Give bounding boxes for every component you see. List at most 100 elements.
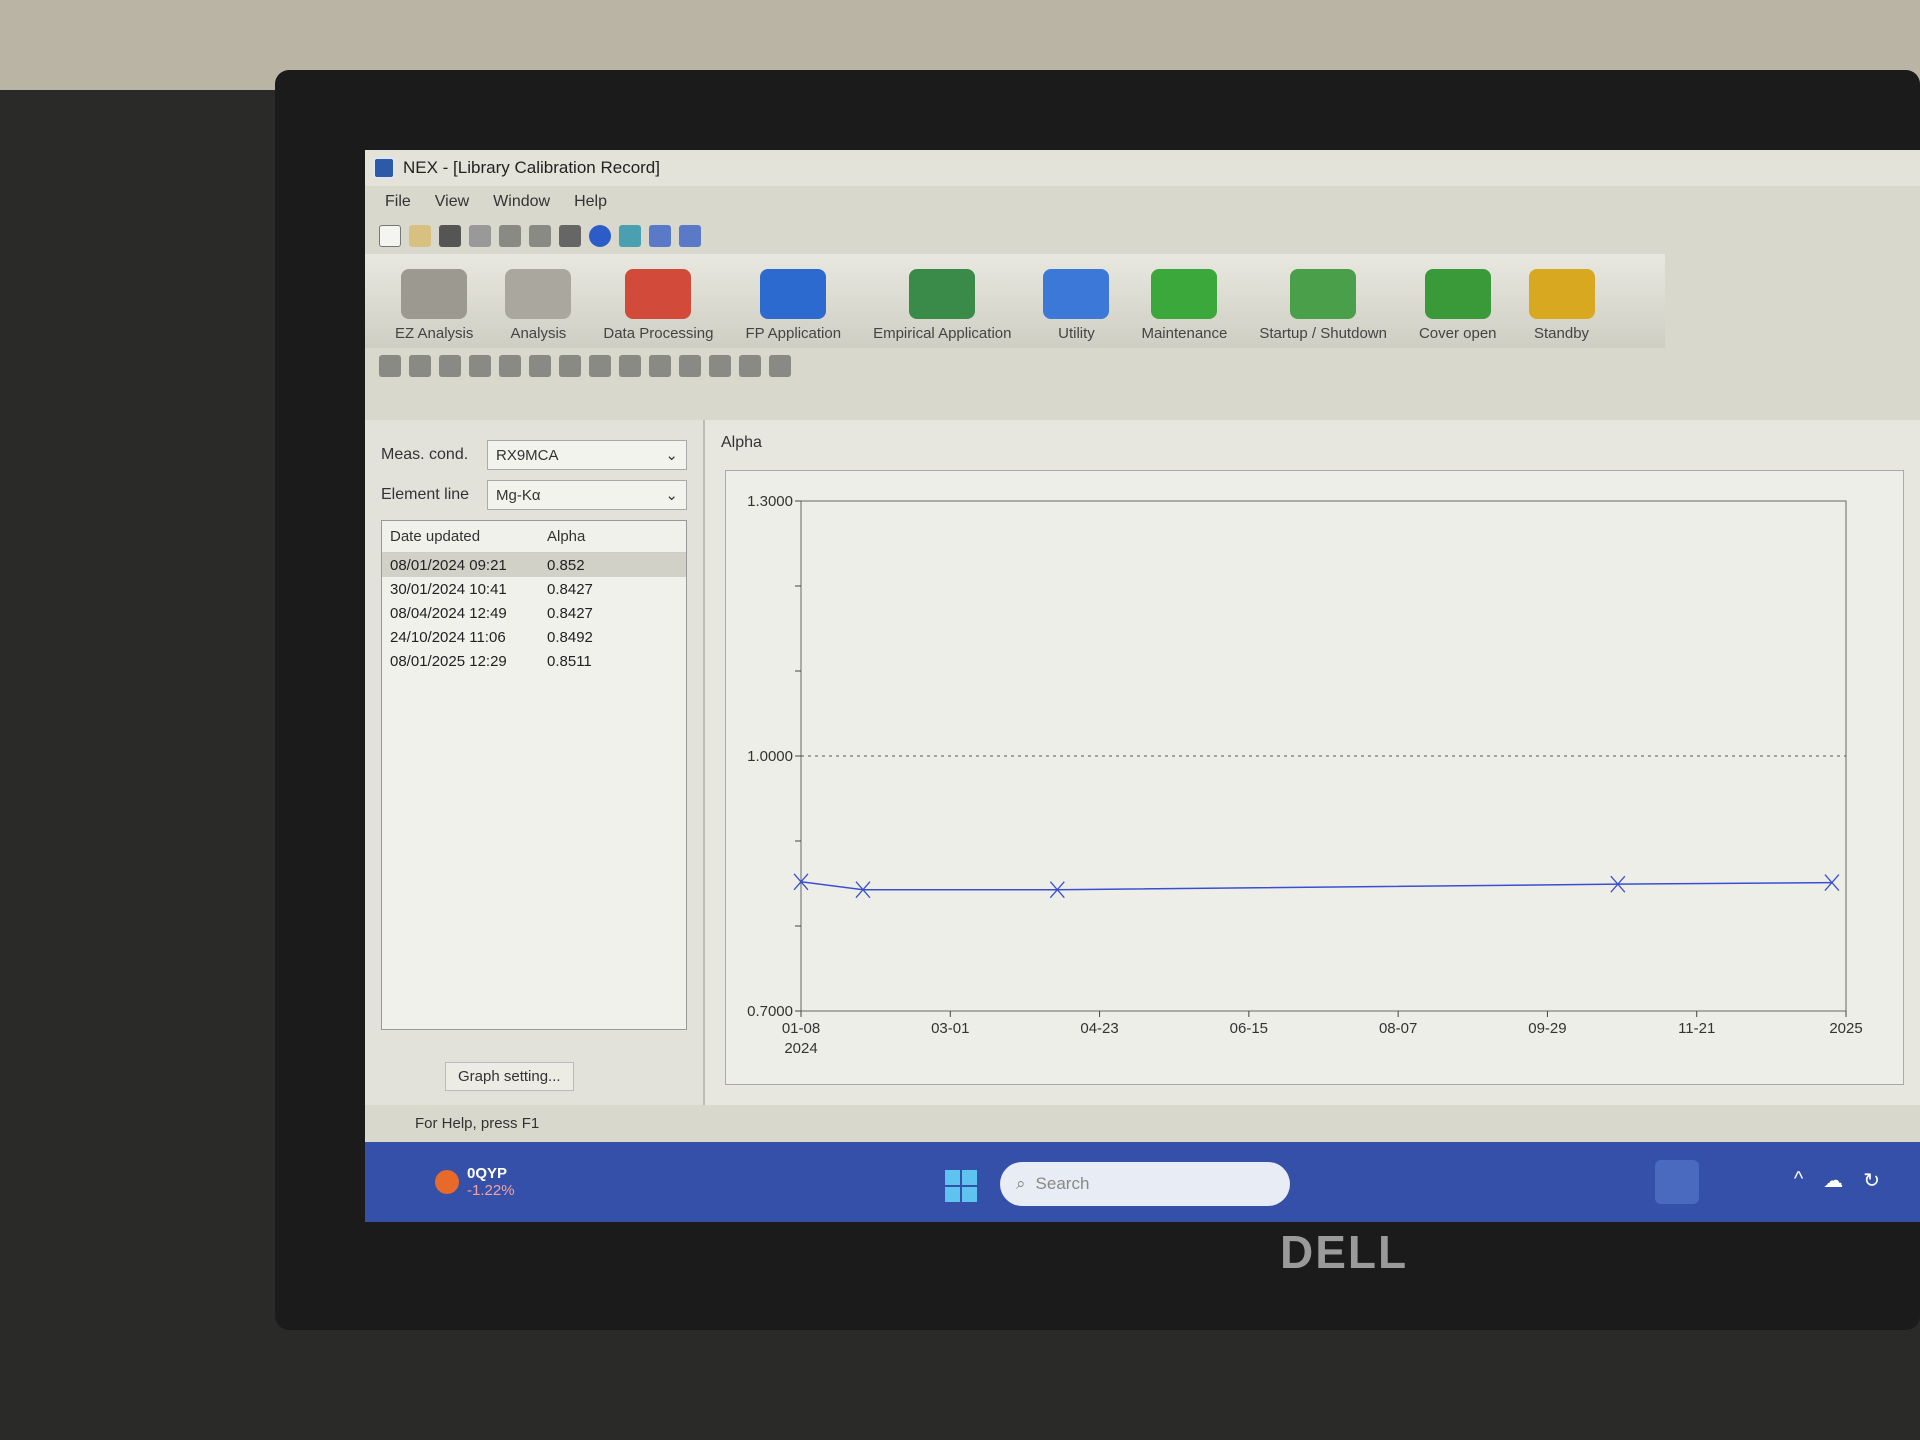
check-icon[interactable] (499, 355, 521, 377)
y-tick-label: 1.3000 (747, 493, 793, 510)
home-icon[interactable] (619, 225, 641, 247)
x-tick-label: 04-23 (1080, 1020, 1118, 1037)
column-header-date[interactable]: Date updated (382, 528, 547, 545)
table-row[interactable]: 24/10/2024 11:06 0.8492 (382, 625, 686, 649)
add-icon[interactable] (379, 355, 401, 377)
taskbar-search[interactable]: ⌕ Search (1000, 1162, 1290, 1206)
copy-icon[interactable] (499, 225, 521, 247)
move-left-icon[interactable] (619, 355, 641, 377)
image-icon[interactable] (589, 355, 611, 377)
toolbar-standby[interactable]: Standby (1513, 269, 1611, 348)
windows-start-icon[interactable] (945, 1170, 977, 1202)
peak-icon[interactable] (559, 355, 581, 377)
stock-change: -1.22% (467, 1182, 515, 1199)
replace-icon[interactable] (409, 355, 431, 377)
toolbar-ez-analysis[interactable]: EZ Analysis (379, 269, 489, 348)
list-header: Date updated Alpha (382, 521, 686, 553)
element-line-value: Mg-Kα (496, 486, 541, 504)
paste-icon[interactable] (529, 225, 551, 247)
move-right-icon[interactable] (649, 355, 671, 377)
open-icon[interactable] (409, 225, 431, 247)
menu-help[interactable]: Help (574, 193, 607, 211)
element-line-select[interactable]: Mg-Kα ⌄ (487, 480, 687, 510)
alpha-cell: 0.8492 (547, 628, 593, 646)
table-row[interactable]: 08/01/2024 09:21 0.852 (382, 553, 686, 577)
toolbar-analysis[interactable]: Analysis (489, 269, 587, 348)
toolbar-label: Startup / Shutdown (1259, 325, 1387, 342)
alpha-cell: 0.852 (547, 556, 585, 574)
toolbar-empirical-application[interactable]: Empirical Application (857, 269, 1027, 348)
toolbar-cover-open[interactable]: Cover open (1403, 269, 1513, 348)
toolbar-label: Data Processing (603, 325, 714, 342)
screen: NEX - [Library Calibration Record] File … (365, 150, 1920, 1222)
delete-icon[interactable] (469, 355, 491, 377)
stock-widget[interactable]: 0QYP -1.22% (435, 1165, 515, 1199)
menu-view[interactable]: View (435, 193, 469, 211)
new-icon[interactable] (379, 225, 401, 247)
toolbar-fp-application[interactable]: FP Application (729, 269, 857, 348)
save-icon[interactable] (439, 225, 461, 247)
toolbar-label: Maintenance (1141, 325, 1228, 342)
title-bar: NEX - [Library Calibration Record] (365, 150, 1920, 186)
x-tick-label: 09-29 (1528, 1020, 1566, 1037)
toolbar-startup-shutdown[interactable]: Startup / Shutdown (1243, 269, 1403, 348)
maintenance-icon (1151, 269, 1218, 319)
stock-icon (435, 1170, 459, 1194)
x-tick-label: 06-15 (1230, 1020, 1268, 1037)
status-bar: For Help, press F1 (415, 1115, 540, 1132)
left-panel: Meas. cond. RX9MCA ⌄ Element line Mg-Kα ⌄ … (365, 420, 705, 1105)
onedrive-icon[interactable]: ☁ (1823, 1168, 1843, 1193)
chevron-down-icon: ⌄ (665, 447, 678, 464)
calibration-list[interactable]: Date updated Alpha 08/01/2024 09:21 0.852… (381, 520, 687, 1030)
graph-setting-button[interactable]: Graph setting... (445, 1062, 574, 1091)
meas-cond-value: RX9MCA (496, 446, 559, 464)
toolbar-data-processing[interactable]: Data Processing (587, 269, 729, 348)
x-tick-label: 03-01 (931, 1020, 969, 1037)
toolbar-maintenance[interactable]: Maintenance (1125, 269, 1243, 348)
alpha-chart: 1.3000 1.0000 0.700001-08 2024 03-01 04-23 06-… (747, 493, 1863, 1057)
search-icon: ⌕ (1016, 1174, 1026, 1193)
top-icon[interactable] (739, 355, 761, 377)
date-cell: 08/04/2024 12:49 (390, 604, 507, 622)
cut-icon[interactable] (469, 225, 491, 247)
remove-icon[interactable] (709, 355, 731, 377)
utility-icon (1043, 269, 1110, 319)
main-toolbar: EZ Analysis Analysis Data Processing FP App… (365, 254, 1665, 348)
toolbar-label: Utility (1058, 325, 1095, 342)
bottom-icon[interactable] (769, 355, 791, 377)
chevron-up-icon[interactable]: ^ (1794, 1168, 1803, 1193)
spectrum-icon[interactable] (529, 355, 551, 377)
column-header-alpha[interactable]: Alpha (547, 528, 585, 545)
element-line-label: Element line (381, 486, 470, 503)
print-icon[interactable] (559, 225, 581, 247)
menu-window[interactable]: Window (493, 193, 550, 211)
x-tick-label: 08-07 (1379, 1020, 1417, 1037)
split-icon[interactable] (439, 355, 461, 377)
table-row[interactable]: 08/01/2025 12:29 0.8511 (382, 649, 686, 673)
y-tick-label: 1.0000 (747, 748, 793, 765)
nex-app-taskbar-icon[interactable] (1655, 1160, 1699, 1204)
toolbar-label: EZ Analysis (395, 325, 474, 342)
system-tray: ^ ☁ ↻ (1794, 1168, 1880, 1193)
cascade-icon[interactable] (649, 225, 671, 247)
table-row[interactable]: 30/01/2024 10:41 0.8427 (382, 577, 686, 601)
help-icon[interactable] (589, 225, 611, 247)
search-placeholder: Search (1035, 1174, 1090, 1193)
menu-file[interactable]: File (385, 193, 411, 211)
table-row[interactable]: 08/04/2024 12:49 0.8427 (382, 601, 686, 625)
x-tick-label: 11-21 (1678, 1020, 1715, 1037)
toolbar-utility[interactable]: Utility (1027, 269, 1125, 348)
ez-analysis-icon (401, 269, 468, 319)
alpha-cell: 0.8427 (547, 580, 593, 598)
startup-shutdown-icon (1290, 269, 1357, 319)
insert-icon[interactable] (679, 355, 701, 377)
meas-cond-select[interactable]: RX9MCA ⌄ (487, 440, 687, 470)
tile-icon[interactable] (679, 225, 701, 247)
stock-name: 0QYP (467, 1165, 508, 1182)
sync-icon[interactable]: ↻ (1863, 1168, 1880, 1193)
date-cell: 24/10/2024 11:06 (390, 628, 506, 646)
empirical-application-icon (909, 269, 976, 319)
x-tick-label: 01-08 (782, 1020, 820, 1037)
fp-application-icon (760, 269, 827, 319)
chart-title: Alpha (721, 434, 762, 451)
